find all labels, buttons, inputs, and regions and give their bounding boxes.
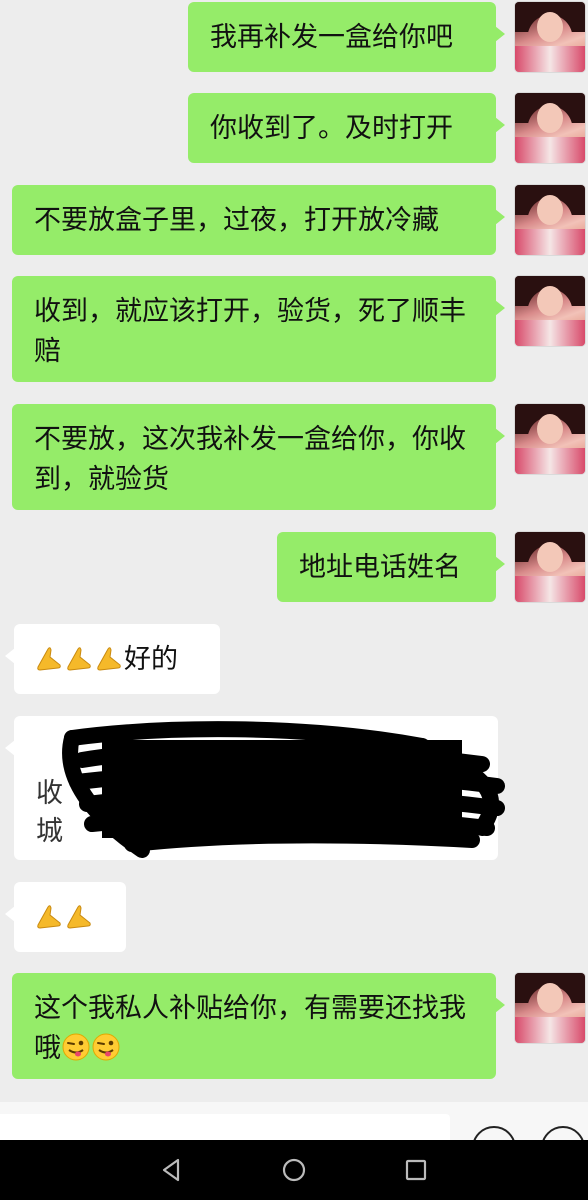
avatar[interactable] [515,93,585,163]
message-text: 地址电话姓名 [299,552,461,583]
home-circle-icon[interactable] [279,1155,309,1185]
message-text: 不要放，这次我补发一盒给你，你收到，就验货 [34,424,466,495]
message-bubble-outgoing[interactable]: 地址电话姓名 [277,532,505,602]
message-bubble-outgoing[interactable]: 收到，就应该打开，验货，死了顺丰赔 [12,276,505,382]
folded-hands-emoji [67,647,91,671]
message-input[interactable] [0,1114,450,1140]
message-bubble-incoming-redacted[interactable]: 收 城 [5,716,505,860]
message-bubble-outgoing[interactable]: 不要放，这次我补发一盒给你，你收到，就验货 [12,404,505,510]
message-bubble-incoming[interactable]: 好的 [5,624,220,694]
folded-hands-emoji [37,905,61,929]
input-bar [0,1102,588,1170]
winking-face-tongue-emoji [62,1033,90,1061]
message-bubble-outgoing[interactable]: 不要放盒子里，过夜，打开放冷藏 [12,185,505,255]
folded-hands-emoji [37,647,61,671]
message-bubble-outgoing[interactable]: 这个我私人补贴给你，有需要还找我哦 [12,973,505,1079]
message-bubble-outgoing[interactable]: 我再补发一盒给你吧 [188,2,505,72]
avatar[interactable] [515,973,585,1043]
message-text: 收到，就应该打开，验货，死了顺丰赔 [34,296,466,367]
recents-square-icon[interactable] [401,1155,431,1185]
message-bubble-outgoing[interactable]: 你收到了。及时打开 [188,93,505,163]
redaction-scribble [62,721,505,858]
avatar[interactable] [515,185,585,255]
message-text: 好的 [124,644,178,675]
winking-face-tongue-emoji [92,1033,120,1061]
message-bubble-incoming[interactable] [5,882,126,952]
message-text: 不要放盒子里，过夜，打开放冷藏 [34,205,439,236]
avatar[interactable] [515,404,585,474]
avatar[interactable] [515,2,585,72]
avatar[interactable] [515,276,585,346]
folded-hands-emoji [67,905,91,929]
back-triangle-icon[interactable] [156,1155,186,1185]
system-navbar [0,1140,588,1200]
message-text: 我再补发一盒给你吧 [210,22,453,53]
message-text: 你收到了。及时打开 [210,113,453,144]
folded-hands-emoji [97,647,121,671]
avatar[interactable] [515,532,585,602]
